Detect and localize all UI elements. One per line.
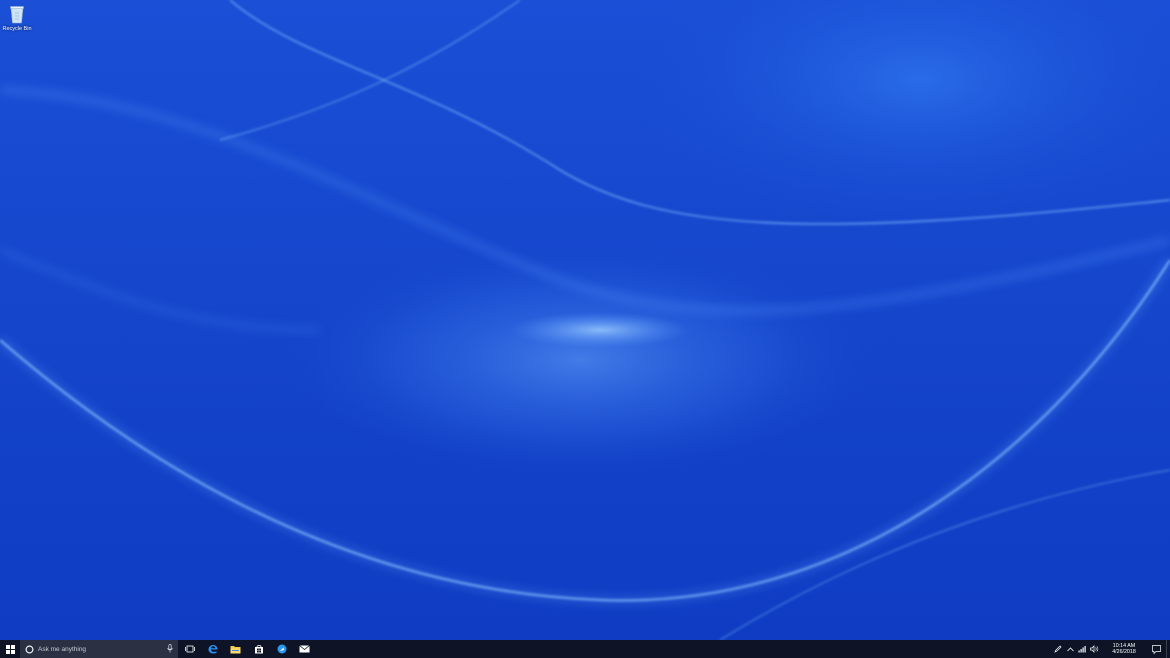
edge-icon bbox=[208, 645, 217, 654]
store-button[interactable] bbox=[247, 640, 270, 658]
action-center-icon bbox=[1151, 644, 1161, 654]
cortana-icon bbox=[25, 645, 34, 653]
recycle-bin-icon bbox=[10, 6, 24, 24]
file-explorer-icon bbox=[230, 645, 241, 653]
wallpaper bbox=[0, 0, 1170, 640]
show-desktop-button[interactable] bbox=[1166, 640, 1170, 658]
action-center-button[interactable] bbox=[1146, 640, 1166, 658]
network-icon bbox=[1078, 646, 1086, 653]
store-icon bbox=[254, 644, 263, 654]
edge-button[interactable] bbox=[201, 640, 224, 658]
system-tray: 10:14 AM 4/26/2018 bbox=[1052, 640, 1170, 658]
show-hidden-icons-button[interactable] bbox=[1064, 640, 1076, 658]
file-explorer-button[interactable] bbox=[224, 640, 247, 658]
taskbar: Ask me anything 10:14 AM 4/26/2018 bbox=[0, 640, 1170, 658]
web-button[interactable] bbox=[270, 640, 293, 658]
volume-icon bbox=[1089, 645, 1098, 653]
network-button[interactable] bbox=[1076, 640, 1088, 658]
task-view-icon bbox=[184, 645, 195, 653]
desktop-icon-recycle-bin[interactable]: Recycle Bin bbox=[0, 2, 34, 36]
clock[interactable]: 10:14 AM 4/26/2018 bbox=[1102, 640, 1146, 658]
volume-button[interactable] bbox=[1088, 640, 1100, 658]
task-view-button[interactable] bbox=[178, 640, 201, 658]
desktop-icon-label: Recycle Bin bbox=[2, 26, 32, 32]
search-box[interactable]: Ask me anything bbox=[20, 640, 178, 658]
pen-ink-button[interactable] bbox=[1052, 640, 1064, 658]
desktop[interactable]: Recycle Bin bbox=[0, 0, 1170, 640]
windows-logo-icon bbox=[5, 644, 15, 654]
microphone-icon[interactable] bbox=[167, 644, 173, 653]
pen-ink-icon bbox=[1054, 645, 1062, 653]
mail-icon bbox=[299, 645, 310, 653]
chevron-up-icon bbox=[1066, 646, 1074, 651]
web-icon bbox=[277, 644, 286, 654]
clock-date: 4/26/2018 bbox=[1112, 649, 1136, 655]
start-button[interactable] bbox=[0, 640, 20, 658]
mail-button[interactable] bbox=[293, 640, 316, 658]
search-placeholder: Ask me anything bbox=[38, 645, 87, 653]
